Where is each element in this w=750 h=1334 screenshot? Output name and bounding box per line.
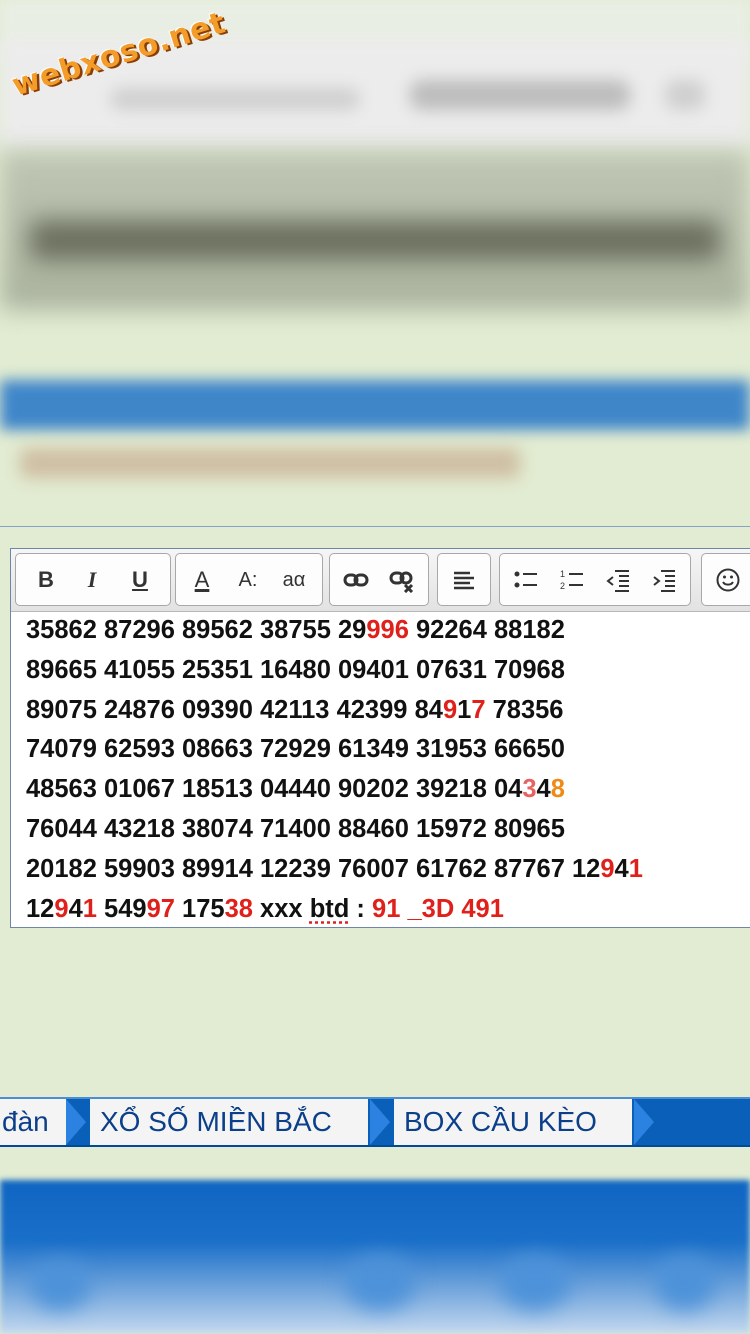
nav-item-dan[interactable]: đàn [0, 1099, 66, 1145]
blurred-footer-icon [500, 1255, 570, 1310]
unlink-icon[interactable] [386, 564, 418, 596]
blurred-subtitle [20, 448, 520, 478]
nav-arrow-icon [66, 1099, 86, 1145]
number-segment: 76044 43218 38074 71400 88460 15972 8096… [26, 815, 565, 843]
number-segment: 1 [83, 895, 97, 923]
number-segment: 1 [629, 855, 643, 883]
number-segment: 89075 24876 09390 42113 42399 84 [26, 696, 443, 724]
number-segment: 8 [551, 775, 565, 803]
number-segment: 12 [26, 895, 54, 923]
number-segment: btd [310, 895, 350, 923]
number-line: 89665 41055 25351 16480 09401 07631 7096… [26, 651, 750, 691]
format-group: B I U [15, 553, 171, 606]
number-segment: 97 [147, 895, 175, 923]
number-segment: 78356 [486, 696, 564, 724]
italic-button[interactable]: I [76, 564, 108, 596]
blurred-footer-icon [30, 1260, 90, 1310]
nav-arrow-icon [370, 1099, 390, 1145]
number-segment: 9 [443, 696, 457, 724]
align-group [437, 553, 491, 606]
svg-text:1: 1 [560, 569, 565, 579]
bottom-navigation: đàn XỔ SỐ MIỀN BẮC BOX CẦU KÈO [0, 1097, 750, 1147]
number-segment: 3 [522, 775, 536, 803]
number-segment: 4 [537, 775, 551, 803]
font-size-button[interactable]: A: [232, 564, 264, 596]
editor-content[interactable]: 35862 87296 89562 38755 29996 92264 8818… [26, 611, 750, 929]
editor-toolbar: B I U A A: aα 1 2 [11, 549, 750, 612]
number-segment: 175 [175, 895, 225, 923]
font-style-button[interactable]: aα [278, 564, 310, 596]
underline-button[interactable]: U [124, 564, 156, 596]
number-segment: 35862 87296 89562 38755 29 [26, 616, 366, 644]
number-line: 48563 01067 18513 04440 90202 39218 0434… [26, 770, 750, 810]
font-group: A A: aα [175, 553, 323, 606]
number-segment: 99 [366, 616, 394, 644]
number-segment: 4 [69, 895, 83, 923]
number-segment: 4 [615, 855, 629, 883]
number-segment: xxx [253, 895, 310, 923]
number-segment: 89665 41055 25351 16480 09401 07631 7096… [26, 656, 565, 684]
link-group [329, 553, 429, 606]
font-color-button[interactable]: A [186, 564, 218, 596]
number-segment: 9 [54, 895, 68, 923]
numbered-list-icon[interactable]: 12 [556, 564, 588, 596]
blurred-banner [0, 150, 750, 310]
outdent-icon[interactable] [602, 564, 634, 596]
align-left-icon[interactable] [448, 564, 480, 596]
nav-arrow-icon [634, 1099, 654, 1145]
blurred-footer-icon [345, 1255, 415, 1310]
number-segment: 1 [457, 696, 471, 724]
number-segment: : [349, 895, 372, 923]
number-line: 74079 62593 08663 72929 61349 31953 6665… [26, 730, 750, 770]
bold-button[interactable]: B [30, 564, 62, 596]
number-segment: 7 [471, 696, 485, 724]
smiley-icon[interactable] [712, 564, 744, 596]
nav-item-xo-so-mien-bac[interactable]: XỔ SỐ MIỀN BẮC [90, 1099, 368, 1145]
list-group: 12 [499, 553, 691, 606]
indent-icon[interactable] [648, 564, 680, 596]
number-segment: 9 [600, 855, 614, 883]
blurred-footer-icon [655, 1255, 715, 1310]
number-segment: 91 _3D 491 [372, 895, 504, 923]
emoji-group [701, 553, 750, 606]
number-segment: 6 [395, 616, 409, 644]
divider [0, 526, 750, 527]
number-line: 35862 87296 89562 38755 29996 92264 8818… [26, 611, 750, 651]
nav-item-box-cau-keo[interactable]: BOX CẦU KÈO [394, 1099, 632, 1145]
number-segment: 20182 59903 89914 12239 76007 61762 8776… [26, 855, 600, 883]
number-segment: 48563 01067 18513 04440 90202 39218 04 [26, 775, 522, 803]
number-segment: 549 [97, 895, 147, 923]
number-line: 89075 24876 09390 42113 42399 84917 7835… [26, 691, 750, 731]
link-icon[interactable] [340, 564, 372, 596]
number-line: 20182 59903 89914 12239 76007 61762 8776… [26, 850, 750, 890]
bullet-list-icon[interactable] [510, 564, 542, 596]
number-segment: 92264 88182 [409, 616, 565, 644]
post-editor[interactable]: B I U A A: aα 1 2 35862 87296 89562 3875… [10, 548, 750, 928]
number-line: 12941 54997 17538 xxx btd : 91 _3D 491 [26, 890, 750, 930]
blurred-title-strip [0, 380, 750, 430]
svg-text:2: 2 [560, 581, 565, 591]
number-line: 76044 43218 38074 71400 88460 15972 8096… [26, 810, 750, 850]
number-segment: 74079 62593 08663 72929 61349 31953 6665… [26, 735, 565, 763]
number-segment: 38 [225, 895, 253, 923]
